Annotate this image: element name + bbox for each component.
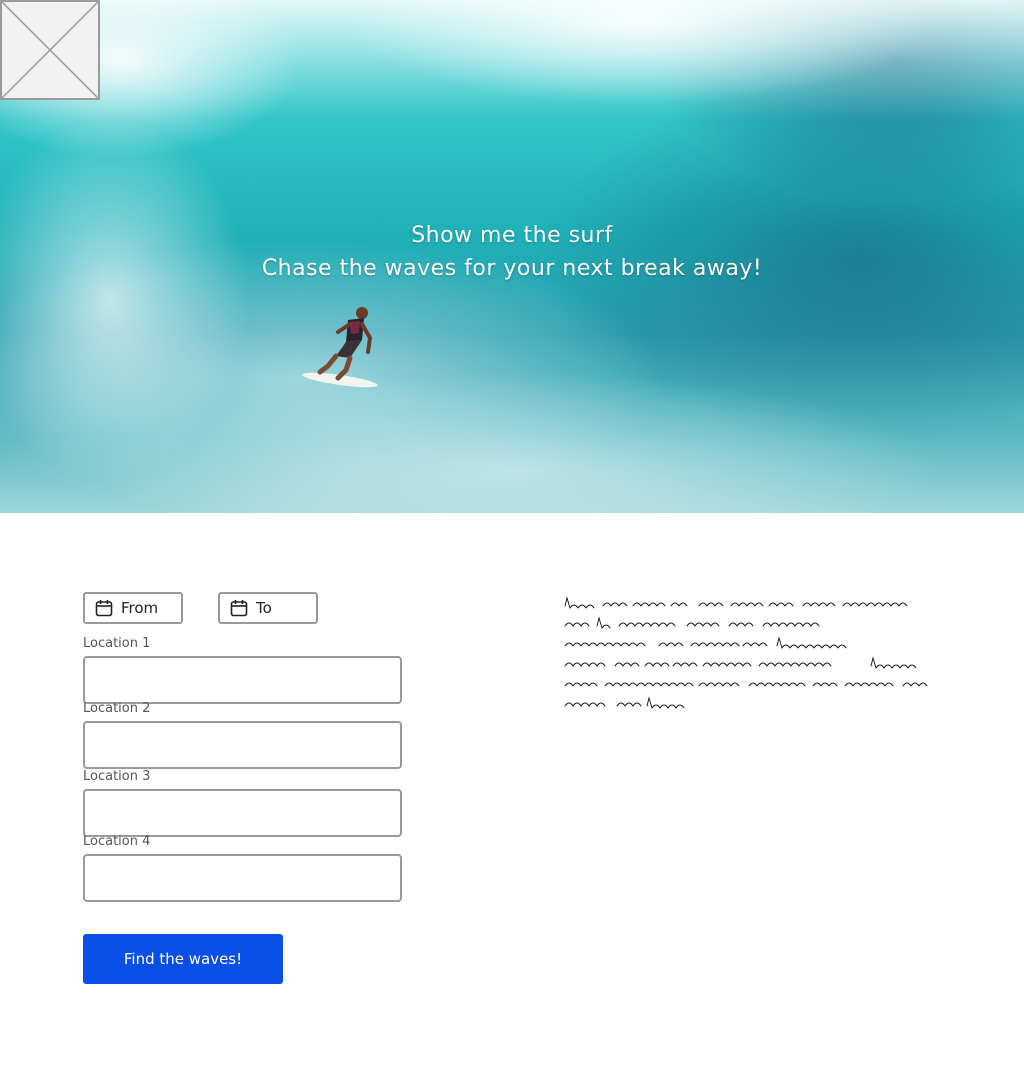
location-2-input[interactable] <box>83 721 402 769</box>
location-3-label: Location 3 <box>83 769 151 784</box>
to-date-button[interactable]: To <box>218 592 318 624</box>
hero-subtitle: Chase the waves for your next break away… <box>261 256 763 281</box>
hero-foam <box>0 0 1024 120</box>
placeholder-scribble-text <box>564 596 928 710</box>
hero-banner: Show me the surf Chase the waves for you… <box>0 0 1024 513</box>
location-2-label: Location 2 <box>83 701 151 716</box>
calendar-icon <box>230 600 248 617</box>
location-1-input[interactable] <box>83 656 402 704</box>
surfer-figure <box>302 307 378 388</box>
location-4-label: Location 4 <box>83 834 151 849</box>
location-3-input[interactable] <box>83 789 402 837</box>
from-date-label: From <box>121 599 159 617</box>
hero-title: Show me the surf <box>411 223 613 248</box>
find-waves-button[interactable]: Find the waves! <box>83 934 283 984</box>
location-1-label: Location 1 <box>83 636 151 651</box>
image-placeholder-icon <box>0 0 100 100</box>
location-4-input[interactable] <box>83 854 402 902</box>
to-date-label: To <box>256 599 272 617</box>
from-date-button[interactable]: From <box>83 592 183 624</box>
calendar-icon <box>95 600 113 617</box>
